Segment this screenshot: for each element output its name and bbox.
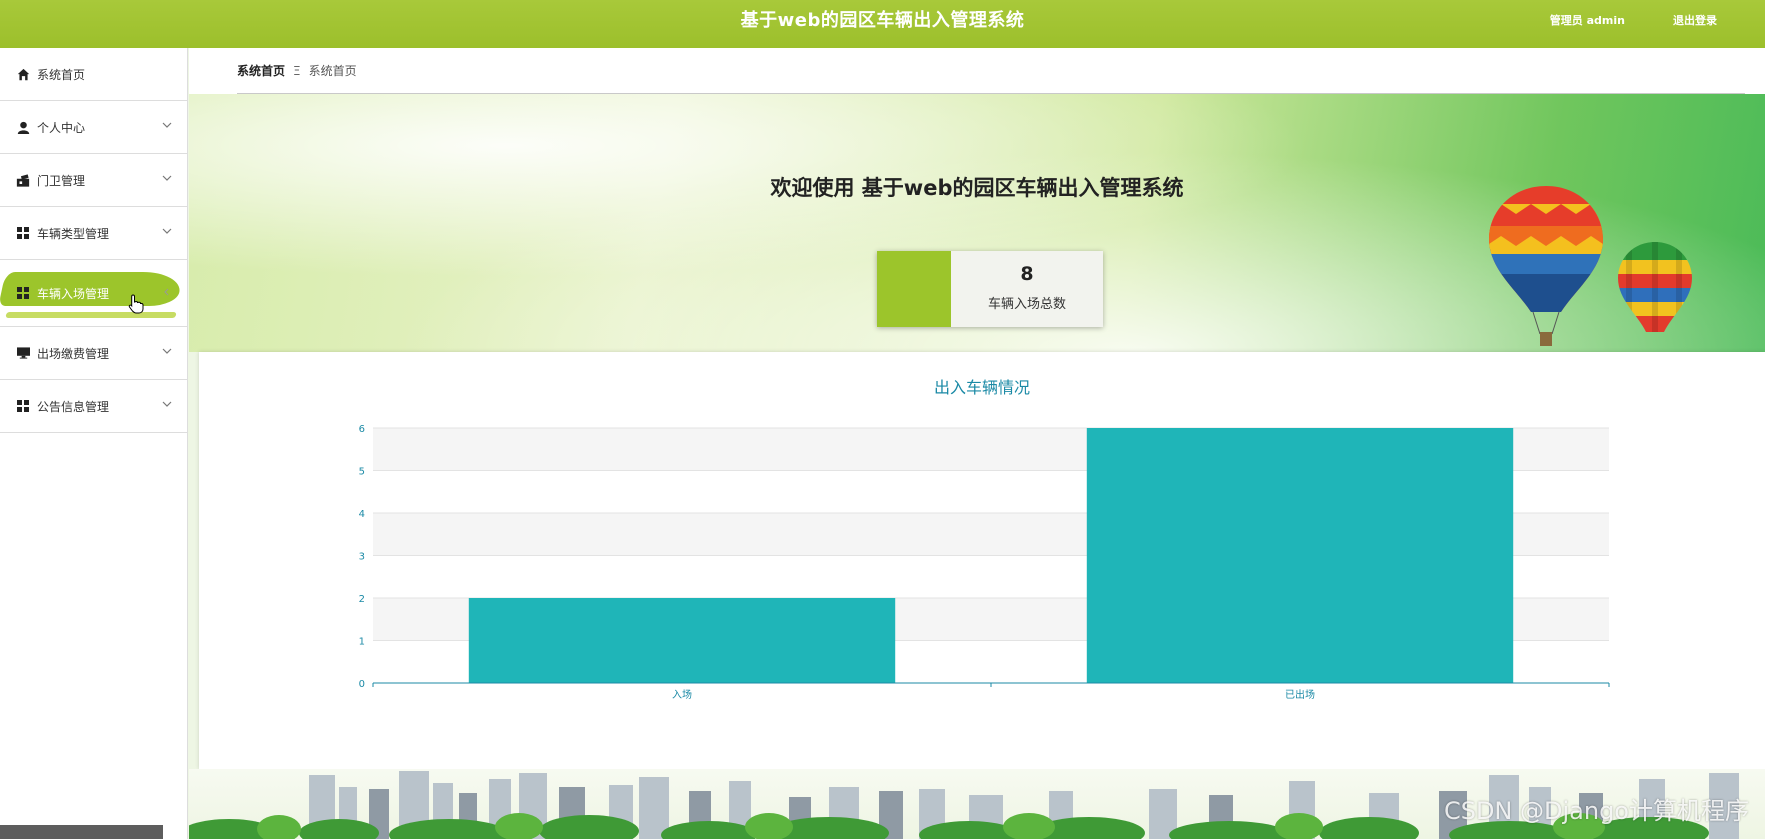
stat-card-accent: [877, 251, 951, 327]
bar-入场: [468, 598, 896, 683]
y-tick-label: 0: [359, 679, 365, 690]
grid-icon: [15, 285, 31, 301]
x-tick-label: 入场: [672, 688, 692, 701]
x-tick-label: 已出场: [1285, 688, 1315, 701]
sidebar-item-announcement-management[interactable]: 公告信息管理: [0, 380, 187, 433]
breadcrumb-home[interactable]: 系统首页: [237, 62, 285, 79]
y-tick-label: 6: [359, 424, 365, 435]
sidebar-item-label: 公告信息管理: [37, 399, 110, 414]
breadcrumb-current: 系统首页: [308, 64, 357, 78]
user-icon: [15, 119, 31, 135]
sidebar-item-label: 个人中心: [37, 120, 86, 135]
sidebar-item-vehicle-type-management[interactable]: 车辆类型管理: [0, 207, 187, 260]
sidebar-item-label: 车辆入场管理: [37, 286, 110, 301]
sidebar-item-exit-payment-management[interactable]: 出场缴费管理: [0, 327, 187, 380]
chevron-down-icon: [162, 348, 172, 354]
chevron-down-icon: [162, 228, 172, 234]
gate-icon: [15, 172, 31, 188]
stat-card-vehicle-entry-total: 8 车辆入场总数: [877, 251, 1103, 327]
bar-chart: 0 1 2 3 4 5 6 入场 已出场: [359, 424, 1610, 701]
y-tick-label: 4: [359, 509, 365, 520]
chevron-down-icon: [162, 175, 172, 181]
logout-link[interactable]: 退出登录: [1673, 12, 1717, 28]
hot-air-balloon-small-icon: [1618, 242, 1692, 332]
chevron-left-icon: [164, 288, 169, 296]
hot-air-balloon-icon: [1489, 186, 1603, 346]
grid-icon: [15, 398, 31, 414]
sidebar-item-home[interactable]: 系统首页: [0, 48, 187, 101]
bar-已出场: [1086, 428, 1514, 683]
monitor-icon: [15, 345, 31, 361]
current-user: 管理员 admin: [1549, 14, 1625, 27]
y-tick-label: 2: [359, 594, 365, 605]
city-skyline-background: CSDN @Django计算机程序: [189, 769, 1765, 839]
sidebar-item-label: 车辆类型管理: [37, 226, 110, 241]
chart-panel: 出入车辆情况 0 1 2 3 4 5 6 入场 已出场: [199, 352, 1765, 769]
hero-banner: 欢迎使用 基于web的园区车辆出入管理系统 8 车辆入场总数: [189, 94, 1765, 352]
app-title: 基于web的园区车辆出入管理系统: [740, 10, 1025, 31]
watermark-text: CSDN @Django计算机程序: [1443, 797, 1749, 825]
breadcrumb-separator: Ξ: [293, 63, 301, 78]
hand-pointer-icon: [128, 294, 144, 314]
sidebar-item-label: 系统首页: [37, 67, 86, 82]
stat-label: 车辆入场总数: [987, 297, 1066, 312]
active-highlight-underline: [5, 312, 177, 318]
y-tick-label: 1: [359, 637, 365, 648]
sidebar-item-label: 出场缴费管理: [37, 346, 110, 361]
sidebar-item-vehicle-entry-management[interactable]: 车辆入场管理: [0, 260, 187, 327]
sidebar-item-label: 门卫管理: [37, 173, 86, 188]
sidebar-item-personal-center[interactable]: 个人中心: [0, 101, 187, 154]
top-bar: 基于web的园区车辆出入管理系统 管理员 admin 退出登录: [0, 0, 1765, 48]
y-tick-label: 5: [359, 467, 365, 478]
grid-icon: [15, 225, 31, 241]
sidebar: 系统首页 个人中心 门卫管理 车辆类型管理 车辆入场管理 出场缴费管理 公告信息…: [0, 48, 188, 839]
sidebar-scrollbar[interactable]: [0, 825, 163, 839]
chevron-down-icon: [162, 122, 172, 128]
sidebar-item-gate-management[interactable]: 门卫管理: [0, 154, 187, 207]
breadcrumb-bar: 系统首页 Ξ 系统首页: [189, 48, 1765, 94]
home-icon: [15, 66, 31, 82]
stat-value: 8: [1020, 263, 1034, 285]
breadcrumb: 系统首页 Ξ 系统首页: [237, 48, 1745, 94]
chevron-down-icon: [162, 401, 172, 407]
y-tick-label: 3: [359, 552, 365, 563]
